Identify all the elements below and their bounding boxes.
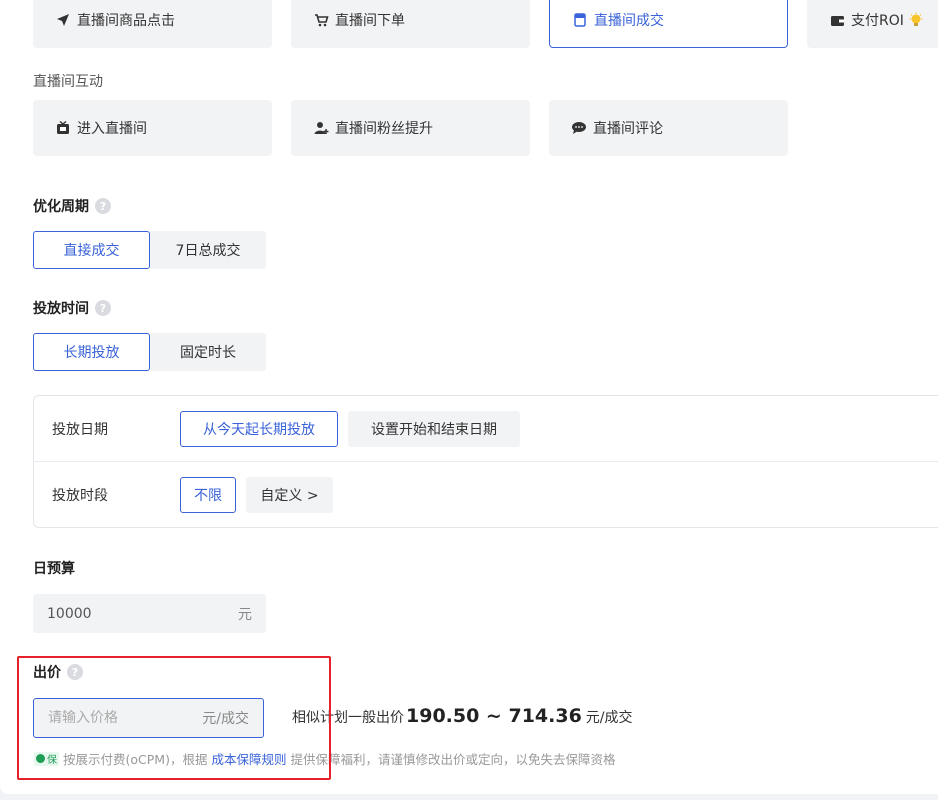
goal-card-deal[interactable]: 直播间成交 [549,0,788,48]
goal-label: 直播间商品点击 [77,13,175,29]
goal-card-enter-room[interactable]: 进入直播间 [33,100,272,156]
delivery-time-title-text: 投放时间 [33,301,89,317]
guarantee-badge: 保 [34,751,59,766]
help-icon[interactable]: ? [95,198,111,214]
daily-budget-input[interactable]: 10000 元 [33,594,266,633]
help-icon[interactable]: ? [95,300,111,316]
cost-guarantee-rule-link[interactable]: 成本保障规则 [211,749,286,768]
bid-price-unit: 元/成交 [202,711,249,727]
schedule-row-period: 投放时段 不限 自定义 > [34,462,938,528]
schedule-box: 投放日期 从今天起长期投放 设置开始和结束日期 投放时段 不限 自定义 > [33,395,938,528]
bid-price-field: 元/成交 [33,698,264,738]
bid-title-text: 出价 [33,665,61,681]
shield-icon [36,754,45,763]
tv-icon [55,120,71,136]
lightbulb-icon [908,12,924,28]
option-custom-period[interactable]: 自定义 > [246,477,333,513]
guarantee-text-1: 按展示付费(oCPM)，根据 [63,752,208,767]
option-from-today[interactable]: 从今天起长期投放 [180,410,338,447]
option-long-term[interactable]: 长期投放 [33,333,150,371]
ref-price-prefix: 相似计划一般出价 [292,710,404,726]
guarantee-text-2: 提供保障福利，请谨慎修改出价或定向，以免失去保障资格 [290,752,616,767]
budget-unit: 元 [238,606,252,623]
goal-label: 直播间成交 [594,13,664,29]
goal-card-product-click[interactable]: 直播间商品点击 [33,0,272,48]
comment-icon [571,120,587,136]
cart-icon [313,12,329,28]
bid-price-input[interactable] [48,710,178,726]
delivery-time-title: 投放时间 ? [33,298,111,318]
goal-label: 直播间粉丝提升 [335,121,433,137]
delivery-date-label: 投放日期 [52,421,108,438]
goal-label: 进入直播间 [77,121,147,137]
bid-title: 出价 ? [33,662,83,682]
budget-value: 10000 [47,605,92,622]
interaction-section-label: 直播间互动 [33,74,103,90]
reference-price: 相似计划一般出价 190.50 ~ 714.36 元/成交 [292,705,633,727]
daily-budget-title: 日预算 [33,561,75,577]
help-icon[interactable]: ? [67,664,83,680]
delivery-period-label: 投放时段 [52,488,108,504]
fan-icon [313,120,329,136]
doc-icon [572,12,588,28]
schedule-row-date: 投放日期 从今天起长期投放 设置开始和结束日期 [34,396,938,462]
goal-label: 支付ROI [851,13,904,29]
delivery-time-switch: 长期投放 固定时长 [33,333,266,371]
wallet-icon [829,12,845,28]
option-unlimited[interactable]: 不限 [180,477,236,513]
option-fixed-duration[interactable]: 固定时长 [150,333,266,371]
goal-card-comment[interactable]: 直播间评论 [549,100,788,156]
ref-price-unit: 元/成交 [585,710,633,726]
option-set-date-range[interactable]: 设置开始和结束日期 [348,410,520,447]
ref-price-range: 190.50 ~ 714.36 [406,705,582,727]
optimize-cycle-title: 优化周期 ? [33,196,111,216]
option-direct-deal[interactable]: 直接成交 [33,231,150,269]
goal-label: 直播间下单 [335,13,405,29]
ad-settings-panel: 直播间商品点击 直播间下单 直播间成交 支付ROI 直播间互动 进入直播间 直播… [0,0,938,794]
guarantee-badge-text: 保 [47,755,57,766]
cost-guarantee-note: 保 按展示付费(oCPM)，根据 成本保障规则 提供保障福利，请谨慎修改出价或定… [34,749,615,768]
optimize-cycle-switch: 直接成交 7日总成交 [33,231,266,269]
goal-label: 直播间评论 [593,121,663,137]
goal-card-roi[interactable]: 支付ROI [807,0,938,48]
goal-card-order[interactable]: 直播间下单 [291,0,530,48]
option-7day-deal[interactable]: 7日总成交 [150,231,266,269]
optimize-cycle-title-text: 优化周期 [33,199,89,215]
send-icon [55,12,71,28]
goal-card-fan-growth[interactable]: 直播间粉丝提升 [291,100,530,156]
